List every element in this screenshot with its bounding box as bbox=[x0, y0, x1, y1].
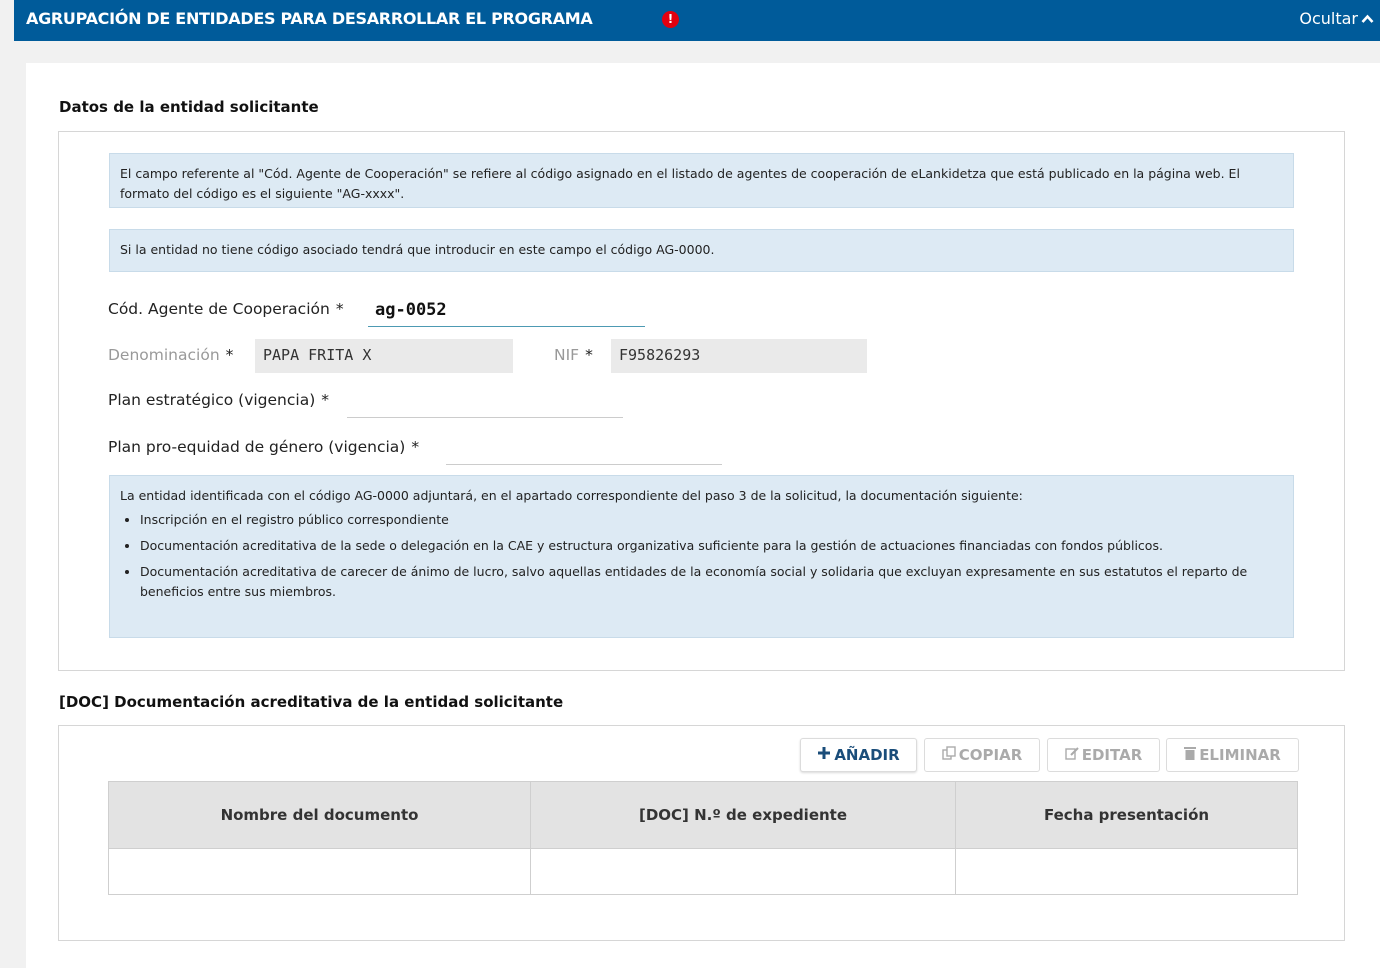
documents-table: Nombre del documento [DOC] N.º de expedi… bbox=[108, 781, 1298, 895]
plan-estrategico-label: Plan estratégico (vigencia) * bbox=[108, 391, 330, 409]
documentation-list-item: Documentación acreditativa de carecer de… bbox=[140, 562, 1283, 602]
table-cell bbox=[955, 848, 1298, 895]
column-header-submission-date[interactable]: Fecha presentación bbox=[955, 781, 1298, 849]
denominacion-field: PAPA FRITA X bbox=[255, 339, 513, 373]
edit-icon bbox=[1065, 739, 1079, 771]
plus-icon bbox=[817, 739, 831, 771]
documentation-list: Inscripción en el registro público corre… bbox=[120, 510, 1283, 602]
column-header-document-name[interactable]: Nombre del documento bbox=[108, 781, 531, 849]
documentation-list-item: Documentación acreditativa de la sede o … bbox=[140, 536, 1283, 556]
documentation-list-item: Inscripción en el registro público corre… bbox=[140, 510, 1283, 530]
edit-button[interactable]: EDITAR bbox=[1047, 738, 1160, 772]
nif-field: F95826293 bbox=[611, 339, 867, 373]
no-code-info-note: Si la entidad no tiene código asociado t… bbox=[109, 229, 1294, 272]
copy-button[interactable]: COPIAR bbox=[924, 738, 1040, 772]
alert-icon: ! bbox=[662, 11, 679, 28]
column-header-expedient-number[interactable]: [DOC] N.º de expediente bbox=[530, 781, 956, 849]
plan-estrategico-input[interactable] bbox=[347, 390, 623, 418]
nif-label: NIF * bbox=[554, 346, 593, 364]
section-header-title: AGRUPACIÓN DE ENTIDADES PARA DESARROLLAR… bbox=[26, 9, 593, 28]
documentation-note-intro: La entidad identificada con el código AG… bbox=[120, 488, 1023, 503]
section-header: AGRUPACIÓN DE ENTIDADES PARA DESARROLLAR… bbox=[14, 0, 1380, 41]
ag0000-documentation-note: La entidad identificada con el código AG… bbox=[109, 475, 1294, 638]
hide-toggle-link[interactable]: Ocultar bbox=[1299, 9, 1374, 28]
entity-data-title: Datos de la entidad solicitante bbox=[59, 98, 319, 116]
documentation-section-title: [DOC] Documentación acreditativa de la e… bbox=[59, 693, 564, 711]
table-row[interactable] bbox=[108, 848, 1298, 895]
table-cell bbox=[108, 848, 531, 895]
table-header-row: Nombre del documento [DOC] N.º de expedi… bbox=[108, 781, 1298, 849]
agent-code-info-note: El campo referente al "Cód. Agente de Co… bbox=[109, 153, 1294, 208]
add-button[interactable]: AÑADIR bbox=[800, 738, 917, 772]
table-cell bbox=[530, 848, 956, 895]
plan-genero-label: Plan pro-equidad de género (vigencia) * bbox=[108, 438, 420, 456]
trash-icon bbox=[1184, 739, 1197, 771]
hide-toggle-label: Ocultar bbox=[1299, 9, 1358, 28]
plan-genero-input[interactable] bbox=[446, 437, 722, 465]
denominacion-label: Denominación * bbox=[108, 346, 234, 364]
agent-code-label: Cód. Agente de Cooperación * bbox=[108, 300, 344, 318]
agent-code-value: ag-0052 bbox=[375, 300, 447, 320]
chevron-up-icon bbox=[1361, 9, 1374, 28]
copy-icon bbox=[942, 739, 956, 771]
delete-button[interactable]: ELIMINAR bbox=[1166, 738, 1299, 772]
